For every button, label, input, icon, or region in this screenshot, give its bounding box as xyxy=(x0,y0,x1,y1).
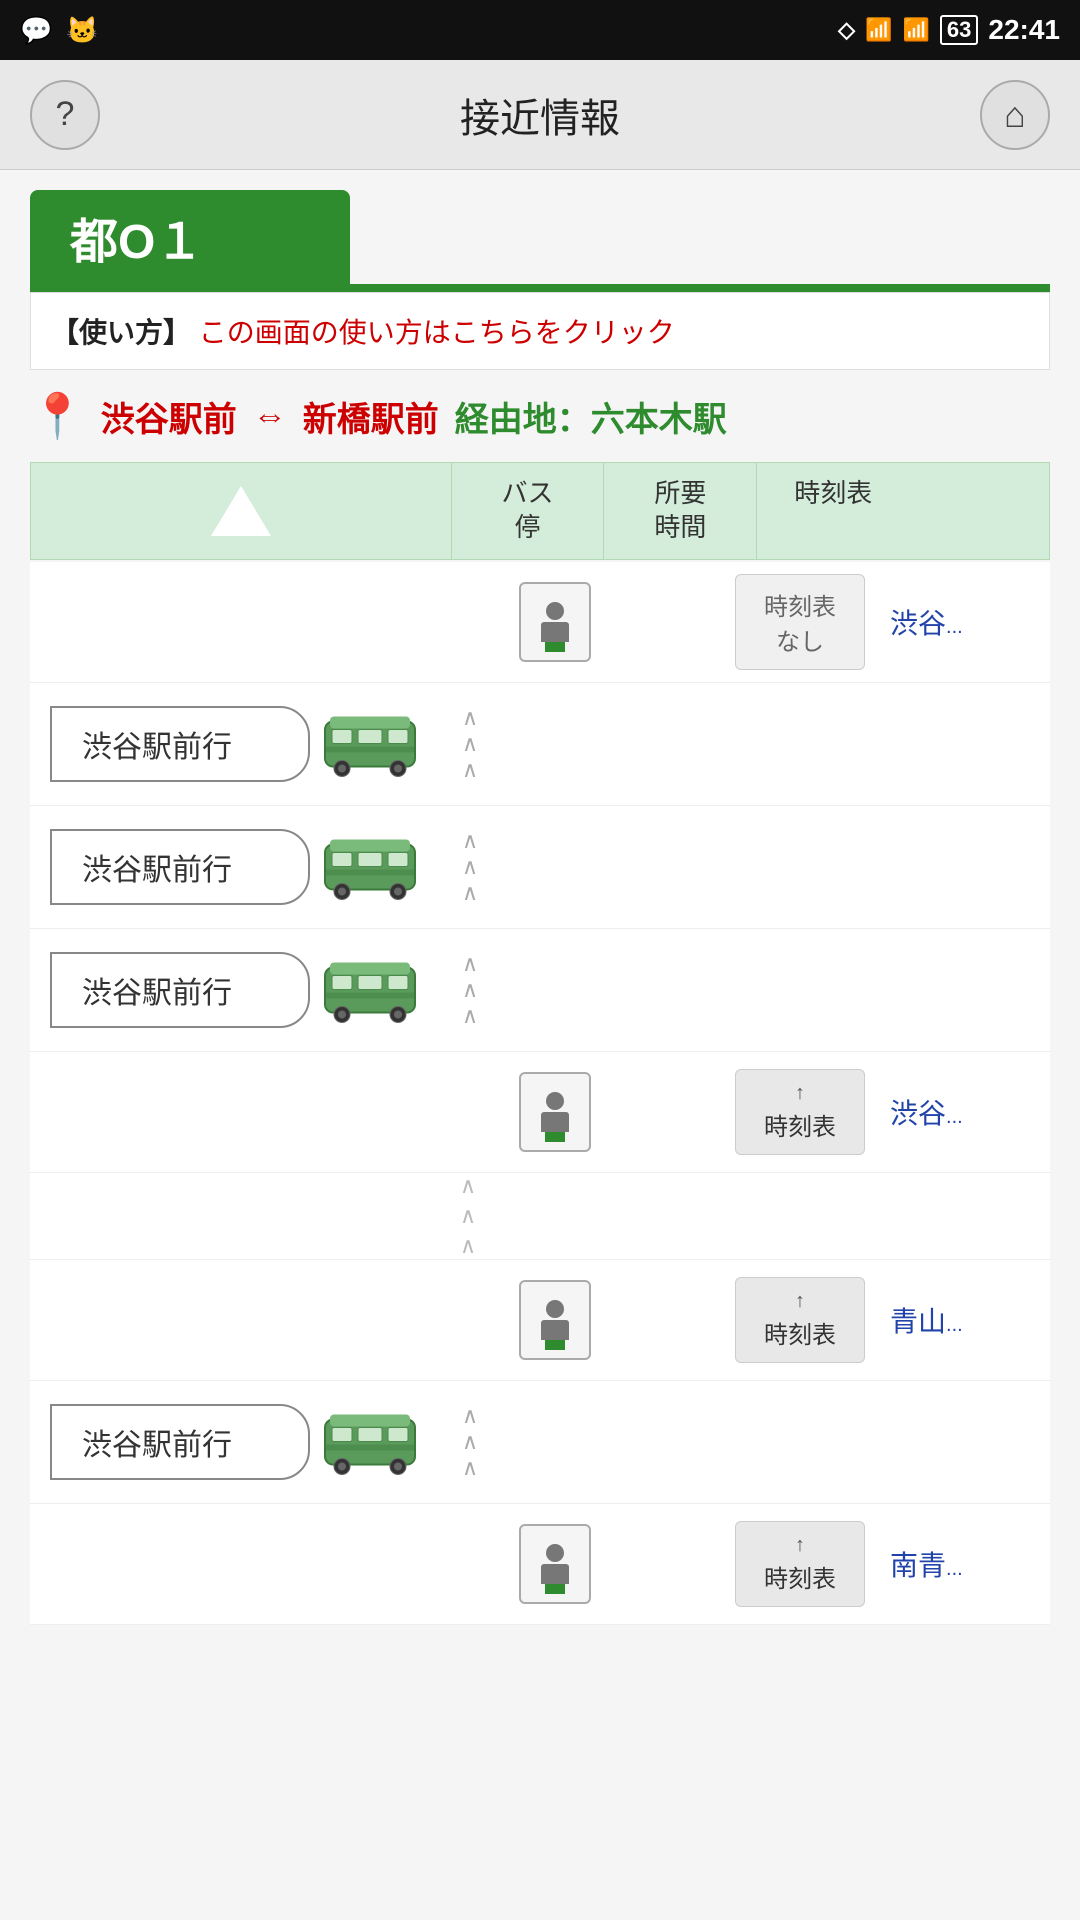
chevrons-1: ∧ ∧ ∧ xyxy=(430,697,510,791)
status-bar: 💬 🐱 ◇ 📶 📶 63 22:41 xyxy=(0,0,1080,60)
chevron-up-icon-7: ∧ xyxy=(462,953,478,975)
chevron-up-icon-11: ∧ xyxy=(460,1203,476,1229)
location-pin-icon: 📍 xyxy=(30,390,85,442)
route-from: 渋谷駅前 xyxy=(101,392,237,441)
usage-link[interactable]: この画面の使い方はこちらをクリック xyxy=(199,317,675,348)
timetable-cell-4[interactable]: ↑時刻表 xyxy=(710,1521,890,1607)
bus-row-1: 渋谷駅前行 ∧ ∧ ∧ xyxy=(30,683,1050,806)
status-bar-left: 💬 🐱 xyxy=(20,15,99,46)
chevron-up-icon-2: ∧ xyxy=(462,733,478,755)
phone-icon: ◇ xyxy=(838,17,855,43)
help-icon: ? xyxy=(56,95,75,134)
timetable-no-btn[interactable]: 時刻表なし xyxy=(735,574,865,670)
chevron-up-icon-6: ∧ xyxy=(462,882,478,904)
help-button[interactable]: ? xyxy=(30,80,100,150)
chevrons-2: ∧ ∧ ∧ xyxy=(430,820,510,914)
bus-icon-3 xyxy=(320,955,420,1025)
home-icon: ⌂ xyxy=(1004,94,1026,136)
destination-1: 渋谷駅前行 xyxy=(50,706,310,782)
route-arrow: ⇔ xyxy=(253,397,287,436)
chevron-up-icon-13: ∧ xyxy=(462,1405,478,1427)
stop-icon-3 xyxy=(510,1280,600,1360)
destination-4: 渋谷駅前行 xyxy=(50,1404,310,1480)
chevron-up-icon-3: ∧ xyxy=(462,759,478,781)
stop-name-2: 渋谷... xyxy=(890,1092,1050,1132)
chevron-row-between-2-3: ∧ ∧ ∧ xyxy=(30,1173,1050,1260)
th-timetable: 時刻表 xyxy=(756,463,909,559)
th-empty xyxy=(909,463,1049,559)
destination-2: 渋谷駅前行 xyxy=(50,829,310,905)
battery-level: 63 xyxy=(940,15,978,45)
timetable-cell-3[interactable]: ↑時刻表 xyxy=(710,1277,890,1363)
stop-icon-4 xyxy=(510,1524,600,1604)
th-direction xyxy=(31,463,451,559)
stop-name-1: 渋谷... xyxy=(890,602,1050,642)
clock: 22:41 xyxy=(988,14,1060,46)
signal-icon: 📶 xyxy=(902,17,929,43)
chevron-up-icon-12: ∧ xyxy=(460,1233,476,1259)
usage-label: 【使い方】 xyxy=(51,317,191,348)
route-tab-line xyxy=(30,284,1050,292)
bus-row-2: 渋谷駅前行 ∧ ∧ ∧ xyxy=(30,806,1050,929)
stop-row-2: ↑時刻表 渋谷... xyxy=(30,1052,1050,1173)
chevron-up-icon-14: ∧ xyxy=(462,1431,478,1453)
timetable-active-btn-3[interactable]: ↑時刻表 xyxy=(735,1277,865,1363)
status-bar-right: ◇ 📶 📶 63 22:41 xyxy=(838,14,1060,46)
chevron-up-icon-15: ∧ xyxy=(462,1457,478,1479)
route-tab[interactable]: 都O１ xyxy=(30,190,350,284)
stop-row-4-left xyxy=(30,1504,510,1624)
chevrons-between: ∧ ∧ ∧ xyxy=(460,1173,476,1259)
bus-icon-2 xyxy=(320,832,420,902)
chevron-up-icon-9: ∧ xyxy=(462,1005,478,1027)
timetable-cell-2[interactable]: ↑時刻表 xyxy=(710,1069,890,1155)
chevron-up-icon-1: ∧ xyxy=(462,707,478,729)
stop-name-4: 南青... xyxy=(890,1544,1050,1584)
bus-icon-1 xyxy=(320,709,420,779)
android-icon: 🐱 xyxy=(66,15,98,46)
chevron-up-icon-5: ∧ xyxy=(462,856,478,878)
usage-bar: 【使い方】 この画面の使い方はこちらをクリック xyxy=(30,292,1050,370)
page-title: 接近情報 xyxy=(100,86,980,144)
chevron-up-icon-4: ∧ xyxy=(462,830,478,852)
route-via: 経由地：六本木駅 xyxy=(455,392,727,441)
timetable-active-btn-2[interactable]: ↑時刻表 xyxy=(735,1069,865,1155)
stop-name-3: 青山... xyxy=(890,1300,1050,1340)
route-tab-container: 都O１ xyxy=(30,190,1050,292)
th-bus-stop: バス停 xyxy=(451,463,604,559)
route-info: 📍 渋谷駅前 ⇔ 新橋駅前 経由地：六本木駅 xyxy=(30,390,1050,442)
bus-row-4: 渋谷駅前行 ∧ ∧ ∧ xyxy=(30,1381,1050,1504)
stop-row-1-left xyxy=(30,562,510,682)
bus-row-3: 渋谷駅前行 ∧ ∧ ∧ xyxy=(30,929,1050,1052)
stop-row-2-left xyxy=(30,1052,510,1172)
stop-icon-1 xyxy=(510,582,600,662)
wechat-icon: 💬 xyxy=(20,15,52,46)
main-content: 都O１ 【使い方】 この画面の使い方はこちらをクリック 📍 渋谷駅前 ⇔ 新橋駅… xyxy=(0,170,1080,1645)
chevrons-4: ∧ ∧ ∧ xyxy=(430,1395,510,1489)
wifi-icon: 📶 xyxy=(865,17,892,43)
route-to: 新橋駅前 xyxy=(303,392,439,441)
chevrons-3: ∧ ∧ ∧ xyxy=(430,943,510,1037)
chevron-up-icon-8: ∧ xyxy=(462,979,478,1001)
header: ? 接近情報 ⌂ xyxy=(0,60,1080,170)
home-button[interactable]: ⌂ xyxy=(980,80,1050,150)
th-travel-time: 所要時間 xyxy=(603,463,756,559)
table-header: バス停 所要時間 時刻表 xyxy=(30,462,1050,560)
chevron-up-icon-10: ∧ xyxy=(460,1173,476,1199)
stop-icon-2 xyxy=(510,1072,600,1152)
stop-row-3-left xyxy=(30,1260,510,1380)
stop-row-3: ↑時刻表 青山... xyxy=(30,1260,1050,1381)
timetable-btn-1[interactable]: 時刻表なし xyxy=(710,574,890,670)
stop-row-4: ↑時刻表 南青... xyxy=(30,1504,1050,1625)
bus-icon-4 xyxy=(320,1407,420,1477)
stop-row-1: 時刻表なし 渋谷... xyxy=(30,562,1050,683)
destination-3: 渋谷駅前行 xyxy=(50,952,310,1028)
timetable-active-btn-4[interactable]: ↑時刻表 xyxy=(735,1521,865,1607)
